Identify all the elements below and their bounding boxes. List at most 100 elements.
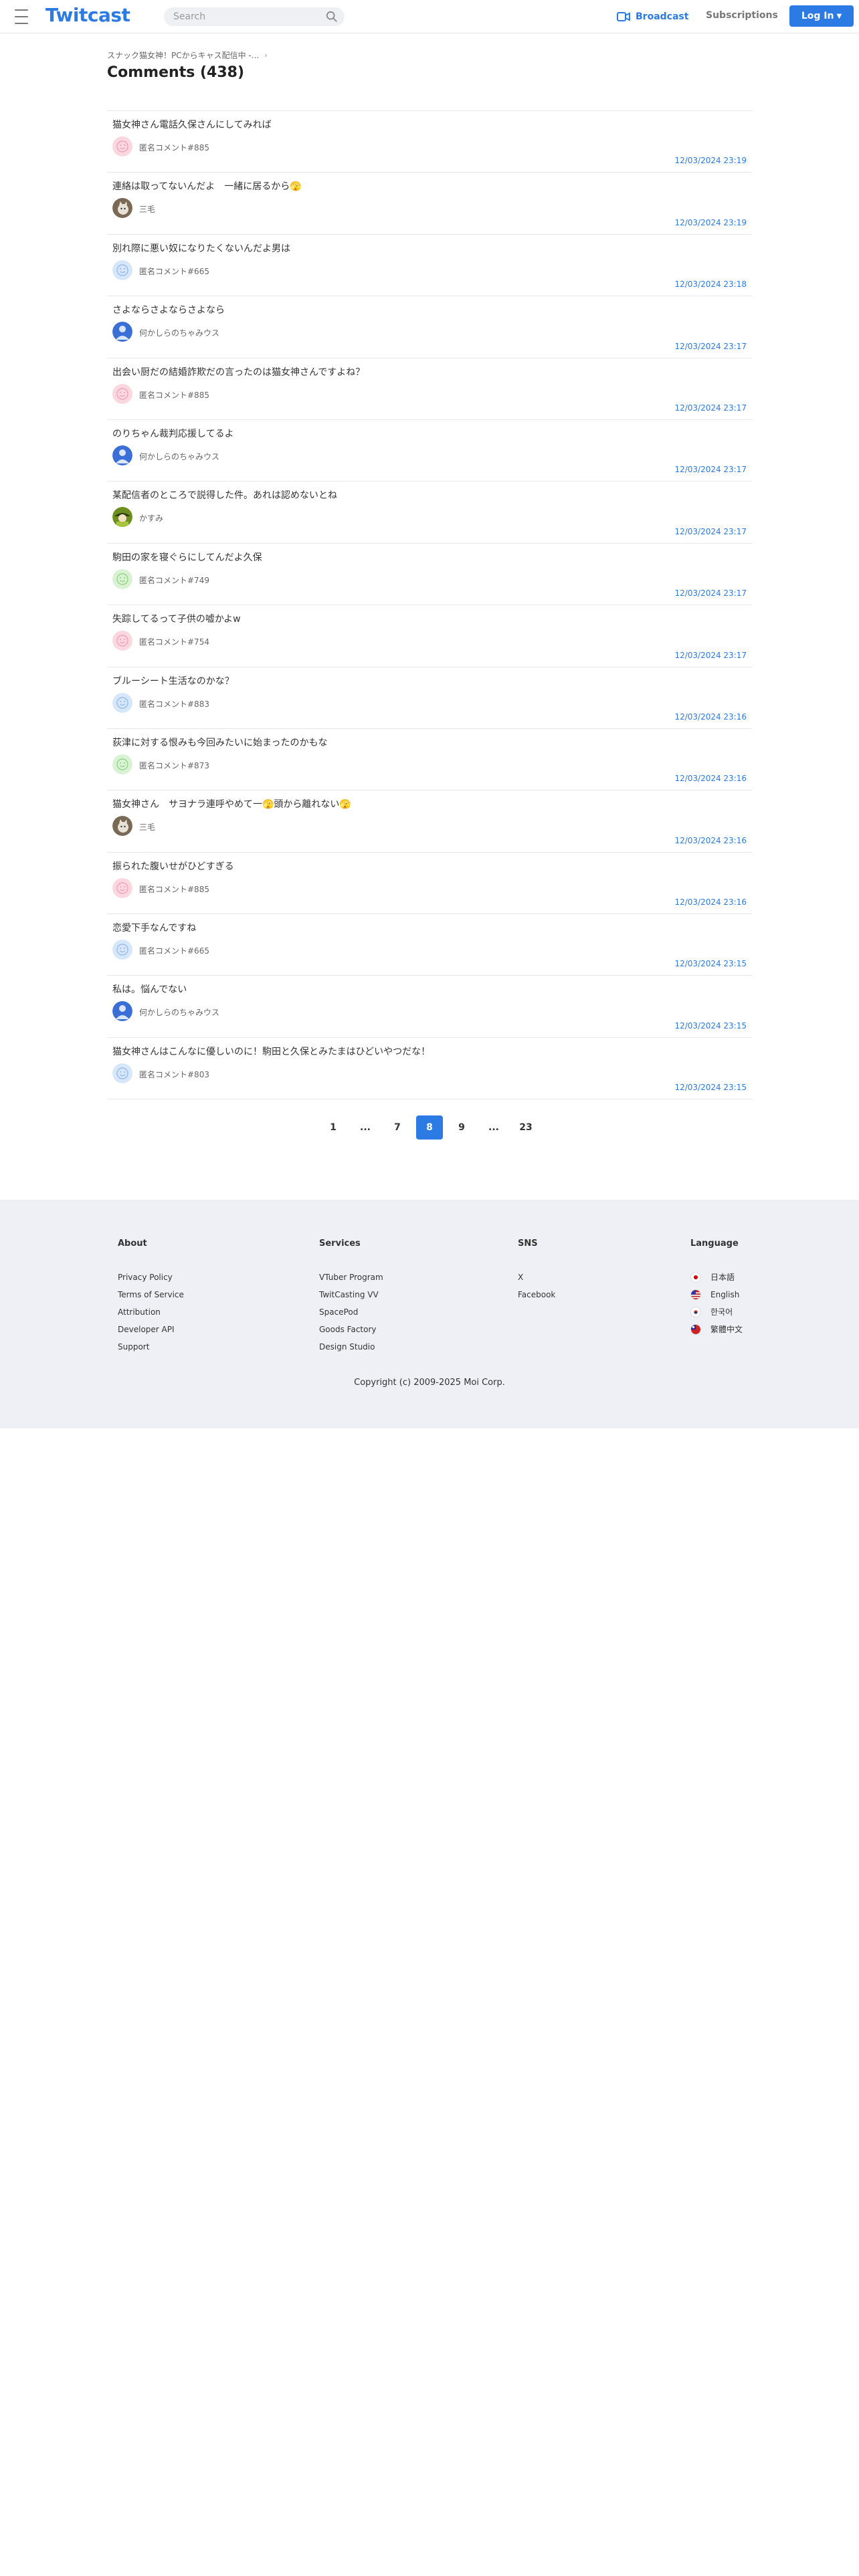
avatar[interactable] bbox=[112, 383, 132, 404]
menu-icon[interactable] bbox=[13, 9, 32, 24]
comment-item: 猫女神さんはこんなに優しいのに！駒田と久保とみたまはひどいやつだな！ 匿名コメント… bbox=[107, 1038, 752, 1100]
footer-link-attribution[interactable]: Attribution bbox=[118, 1303, 184, 1321]
comment-author[interactable]: 匿名コメント#749 bbox=[139, 574, 209, 586]
avatar[interactable] bbox=[112, 940, 132, 960]
pagination-page[interactable]: 9 bbox=[448, 1115, 475, 1140]
avatar[interactable] bbox=[112, 507, 132, 528]
language-korean[interactable]: 한국어 bbox=[690, 1303, 743, 1321]
comment-author[interactable]: 何かしらのちゃみウス bbox=[139, 1006, 219, 1018]
comment-timestamp[interactable]: 12/03/2024 23:17 bbox=[674, 527, 747, 536]
comment-text: 某配信者のところで説得した件。あれは認めないとね bbox=[112, 490, 337, 502]
comment-timestamp[interactable]: 12/03/2024 23:16 bbox=[674, 774, 747, 783]
avatar[interactable] bbox=[112, 1063, 132, 1083]
avatar[interactable] bbox=[112, 816, 132, 837]
comment-text: 出会い厨だの結婚詐欺だの言ったのは猫女神さんですよね？ bbox=[112, 366, 365, 378]
comment-author[interactable]: 三毛 bbox=[139, 203, 155, 215]
avatar[interactable] bbox=[112, 1001, 132, 1022]
comment-author[interactable]: 匿名コメント#873 bbox=[139, 760, 209, 771]
comment-timestamp[interactable]: 12/03/2024 23:16 bbox=[674, 712, 747, 722]
avatar[interactable] bbox=[112, 631, 132, 651]
comment-text: 猫女神さん サヨナラ連呼やめて一🫣頭から離れない🫣 bbox=[112, 799, 351, 811]
search-input[interactable] bbox=[172, 10, 319, 23]
comment-item: 振られた腹いせがひどすぎる 匿名コメント#885 12/03/2024 23:16 bbox=[107, 853, 752, 915]
us-flag-icon bbox=[690, 1289, 701, 1300]
comment-timestamp[interactable]: 12/03/2024 23:18 bbox=[674, 280, 747, 289]
comment-author[interactable]: 三毛 bbox=[139, 821, 155, 833]
chevron-down-icon: ▼ bbox=[836, 12, 842, 20]
comment-timestamp[interactable]: 12/03/2024 23:19 bbox=[674, 156, 747, 165]
comment-author[interactable]: 匿名コメント#885 bbox=[139, 389, 209, 401]
comment-author[interactable]: 匿名コメント#803 bbox=[139, 1069, 209, 1080]
search-icon[interactable] bbox=[326, 11, 338, 23]
avatar[interactable] bbox=[112, 259, 132, 280]
comment-author[interactable]: 匿名コメント#883 bbox=[139, 698, 209, 710]
footer-link-privacy[interactable]: Privacy Policy bbox=[118, 1269, 184, 1286]
avatar[interactable] bbox=[112, 198, 132, 219]
chevron-right-icon: › bbox=[264, 50, 268, 60]
footer-language: Language 日本語 English 한국어 繁體中文 bbox=[690, 1239, 743, 1338]
comment-item: のりちゃん裁判応援してるよ 何かしらのちゃみウス 12/03/2024 23:17 bbox=[107, 420, 752, 482]
main-content: スナック猫女神！PCからキャス配信中 -... › Comments (438)… bbox=[107, 33, 752, 1100]
avatar[interactable] bbox=[112, 754, 132, 774]
comment-author[interactable]: 何かしらのちゃみウス bbox=[139, 327, 219, 338]
korea-flag-icon bbox=[690, 1307, 701, 1317]
footer-link-support[interactable]: Support bbox=[118, 1338, 184, 1356]
avatar[interactable] bbox=[112, 136, 132, 156]
comment-author[interactable]: 匿名コメント#885 bbox=[139, 883, 209, 895]
avatar[interactable] bbox=[112, 877, 132, 898]
language-english[interactable]: English bbox=[690, 1286, 743, 1303]
japan-flag-icon bbox=[690, 1272, 701, 1283]
pagination-page[interactable]: 7 bbox=[384, 1115, 411, 1140]
footer-link-developer-api[interactable]: Developer API bbox=[118, 1321, 184, 1338]
subscriptions-link[interactable]: Subscriptions bbox=[706, 10, 778, 21]
avatar[interactable] bbox=[112, 568, 132, 589]
comment-author[interactable]: かすみ bbox=[139, 512, 163, 524]
comment-text: 荻津に対する恨みも今回みたいに始まったのかもな bbox=[112, 737, 328, 748]
footer-link-x[interactable]: X bbox=[518, 1269, 555, 1286]
comment-author[interactable]: 匿名コメント#665 bbox=[139, 945, 209, 956]
broadcast-button[interactable]: Broadcast bbox=[617, 9, 688, 24]
footer-link-facebook[interactable]: Facebook bbox=[518, 1286, 555, 1303]
search-bar[interactable] bbox=[164, 7, 345, 26]
footer-link-goods-factory[interactable]: Goods Factory bbox=[319, 1321, 383, 1338]
breadcrumb-link[interactable]: スナック猫女神！PCからキャス配信中 -... bbox=[107, 49, 259, 61]
pagination-page[interactable]: 23 bbox=[512, 1115, 539, 1140]
comment-author[interactable]: 匿名コメント#885 bbox=[139, 142, 209, 153]
comment-text: 振られた腹いせがひどすぎる bbox=[112, 861, 234, 872]
comment-timestamp[interactable]: 12/03/2024 23:17 bbox=[674, 651, 747, 660]
avatar[interactable] bbox=[112, 445, 132, 465]
language-traditional-chinese[interactable]: 繁體中文 bbox=[690, 1321, 743, 1338]
footer-link-vtuber[interactable]: VTuber Program bbox=[319, 1269, 383, 1286]
comment-timestamp[interactable]: 12/03/2024 23:16 bbox=[674, 836, 747, 845]
comment-author[interactable]: 匿名コメント#754 bbox=[139, 636, 209, 647]
footer-services-title: Services bbox=[319, 1239, 361, 1249]
avatar[interactable] bbox=[112, 692, 132, 713]
comment-author[interactable]: 何かしらのちゃみウス bbox=[139, 451, 219, 462]
comment-text: 猫女神さん電話久保さんにしてみれば bbox=[112, 120, 272, 130]
breadcrumb[interactable]: スナック猫女神！PCからキャス配信中 -... › bbox=[107, 49, 752, 60]
site-logo[interactable]: Twitcast bbox=[45, 4, 130, 26]
comment-timestamp[interactable]: 12/03/2024 23:16 bbox=[674, 897, 747, 907]
language-japanese[interactable]: 日本語 bbox=[690, 1269, 743, 1286]
comment-timestamp[interactable]: 12/03/2024 23:17 bbox=[674, 588, 747, 598]
comment-timestamp[interactable]: 12/03/2024 23:17 bbox=[674, 465, 747, 474]
footer-link-design-studio[interactable]: Design Studio bbox=[319, 1338, 383, 1356]
comment-timestamp[interactable]: 12/03/2024 23:17 bbox=[674, 342, 747, 351]
footer-link-spacepod[interactable]: SpacePod bbox=[319, 1303, 383, 1321]
pagination-page[interactable]: 1 bbox=[320, 1115, 347, 1140]
comment-timestamp[interactable]: 12/03/2024 23:17 bbox=[674, 403, 747, 413]
comment-timestamp[interactable]: 12/03/2024 23:19 bbox=[674, 218, 747, 227]
comment-timestamp[interactable]: 12/03/2024 23:15 bbox=[674, 1021, 747, 1031]
pagination-ellipsis: ... bbox=[488, 1122, 499, 1133]
comment-timestamp[interactable]: 12/03/2024 23:15 bbox=[674, 1083, 747, 1092]
footer-link-terms[interactable]: Terms of Service bbox=[118, 1286, 184, 1303]
login-button[interactable]: Log In ▼ bbox=[789, 5, 854, 27]
footer-link-twitcasting-vv[interactable]: TwitCasting VV bbox=[319, 1286, 383, 1303]
comment-item: 失踪してるって子供の嘘かよw 匿名コメント#754 12/03/2024 23:17 bbox=[107, 605, 752, 667]
comment-author[interactable]: 匿名コメント#665 bbox=[139, 265, 209, 277]
comment-item: 荻津に対する恨みも今回みたいに始まったのかもな匿名コメント#873 12/03/2… bbox=[107, 729, 752, 791]
comment-timestamp[interactable]: 12/03/2024 23:15 bbox=[674, 959, 747, 968]
pagination-current-page[interactable]: 8 bbox=[416, 1115, 443, 1140]
avatar[interactable] bbox=[112, 322, 132, 342]
comment-text: 別れ際に悪い奴になりたくないんだよ男は bbox=[112, 243, 290, 254]
